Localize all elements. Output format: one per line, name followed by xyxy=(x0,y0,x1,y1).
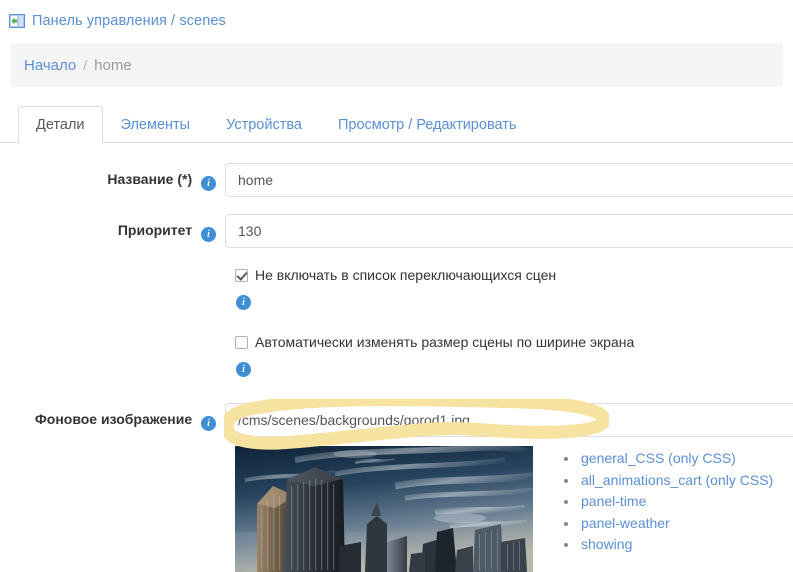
app-header-separator: / xyxy=(171,13,176,29)
css-link-showing[interactable]: showing xyxy=(581,536,632,552)
app-header-title-link[interactable]: Панель управления xyxy=(32,13,167,29)
field-wrap-priority xyxy=(225,214,793,248)
priority-input[interactable] xyxy=(225,214,793,248)
autosize-checkbox-line[interactable]: Автоматически изменять размер сцены по ш… xyxy=(235,332,634,352)
exclude-checkbox-line[interactable]: Не включать в список переключающихся сце… xyxy=(235,265,556,285)
css-list: general_CSS (only CSS) all_animations_ca… xyxy=(551,446,773,556)
breadcrumb-item-home[interactable]: Начало xyxy=(24,57,76,74)
field-row-exclude: Не включать в список переключающихся сце… xyxy=(0,265,793,310)
app-header-title[interactable]: Панель управления / scenes xyxy=(32,13,226,29)
label-priority-text: Приоритет xyxy=(117,222,193,238)
info-icon[interactable]: i xyxy=(201,416,216,431)
info-icon[interactable]: i xyxy=(201,227,216,242)
scene-details-form: Название (*) i Приоритет i Не включать в… xyxy=(0,143,793,572)
field-wrap-background xyxy=(225,403,793,437)
autosize-checkbox[interactable] xyxy=(235,335,248,349)
app-header: Панель управления / scenes xyxy=(0,0,793,32)
background-thumbnail xyxy=(235,446,533,572)
list-item: general_CSS (only CSS) xyxy=(579,448,773,470)
tab-elements[interactable]: Элементы xyxy=(103,106,209,143)
list-item: panel-weather xyxy=(579,513,773,535)
autosize-checkbox-label: Автоматически изменять размер сцены по ш… xyxy=(255,334,635,350)
scene-panel-icon xyxy=(9,14,25,28)
css-link-panel-weather[interactable]: panel-weather xyxy=(581,515,670,531)
css-link-panel-time[interactable]: panel-time xyxy=(581,493,646,509)
list-item: panel-time xyxy=(579,491,773,513)
info-icon[interactable]: i xyxy=(236,362,251,377)
tab-devices[interactable]: Устройства xyxy=(208,106,320,143)
breadcrumb: Начало / home xyxy=(10,43,783,87)
autosize-checkbox-block: Автоматически изменять размер сцены по ш… xyxy=(225,332,634,377)
field-wrap-name xyxy=(225,163,793,197)
name-input[interactable] xyxy=(225,163,793,197)
tab-bar: Детали Элементы Устройства Просмотр / Ре… xyxy=(0,106,793,144)
autosize-checkbox-info: i xyxy=(236,357,634,377)
info-icon[interactable]: i xyxy=(236,295,251,310)
background-image-input[interactable] xyxy=(225,403,793,437)
list-item: showing xyxy=(579,534,773,556)
breadcrumb-separator: / xyxy=(83,57,88,73)
field-row-priority: Приоритет i xyxy=(0,214,793,248)
exclude-checkbox-info: i xyxy=(236,290,556,310)
field-row-name: Название (*) i xyxy=(0,163,793,197)
tab-view-edit[interactable]: Просмотр / Редактировать xyxy=(320,106,534,143)
css-link-general[interactable]: general_CSS (only CSS) xyxy=(581,450,736,466)
exclude-checkbox-label: Не включать в список переключающихся сце… xyxy=(255,267,557,283)
info-icon[interactable]: i xyxy=(201,176,216,191)
tab-details[interactable]: Детали xyxy=(18,106,103,144)
breadcrumb-current: home xyxy=(94,56,132,74)
label-priority: Приоритет i xyxy=(0,214,225,242)
app-header-title-current: scenes xyxy=(179,13,226,29)
list-item: all_animations_cart (only CSS) xyxy=(579,470,773,492)
label-name-text: Название (*) xyxy=(107,171,193,187)
field-row-background: Фоновое изображение i xyxy=(0,403,793,437)
field-row-autosize: Автоматически изменять размер сцены по ш… xyxy=(0,332,793,377)
background-preview-row: general_CSS (only CSS) all_animations_ca… xyxy=(0,446,793,572)
css-link-animations[interactable]: all_animations_cart (only CSS) xyxy=(581,472,773,488)
exclude-checkbox[interactable] xyxy=(235,268,248,282)
exclude-checkbox-block: Не включать в список переключающихся сце… xyxy=(225,265,556,310)
label-background-text: Фоновое изображение xyxy=(34,411,193,427)
label-name: Название (*) i xyxy=(0,163,225,191)
label-background: Фоновое изображение i xyxy=(0,403,225,431)
